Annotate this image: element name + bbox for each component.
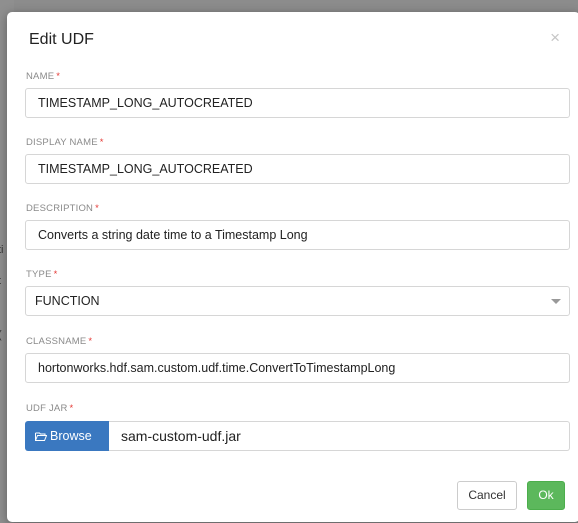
close-button[interactable]: ×: [550, 29, 560, 46]
classname-input[interactable]: hortonworks.hdf.sam.custom.udf.time.Conv…: [25, 353, 570, 383]
browse-button[interactable]: Browse: [25, 421, 109, 451]
display-name-input[interactable]: TIMESTAMP_LONG_AUTOCREATED: [25, 154, 570, 184]
description-input[interactable]: Converts a string date time to a Timesta…: [25, 220, 570, 250]
required-marker: *: [69, 403, 74, 414]
chevron-down-icon: [551, 299, 561, 304]
udf-jar-file-name: sam-custom-udf.jar: [109, 421, 570, 451]
edit-udf-modal: Edit UDF × NAME * TIMESTAMP_LONG_AUTOCREA…: [7, 12, 578, 522]
udf-jar-label: UDF JAR *: [26, 403, 74, 414]
cancel-button[interactable]: Cancel: [457, 481, 517, 510]
modal-header: Edit UDF ×: [7, 12, 578, 60]
ok-button[interactable]: Ok: [527, 481, 565, 510]
description-label: DESCRIPTION *: [26, 203, 100, 214]
classname-label: CLASSNAME *: [26, 336, 93, 347]
required-marker: *: [53, 269, 58, 280]
type-label: TYPE *: [26, 269, 58, 280]
folder-open-icon: [35, 432, 47, 441]
name-input[interactable]: TIMESTAMP_LONG_AUTOCREATED: [25, 88, 570, 118]
required-marker: *: [88, 336, 93, 347]
required-marker: *: [56, 71, 61, 82]
backdrop-text-fragment: t: [0, 275, 1, 287]
modal-title: Edit UDF: [29, 31, 94, 48]
type-select-value: FUNCTION: [35, 294, 100, 308]
udf-jar-file-group: Browse sam-custom-udf.jar: [25, 421, 570, 451]
backdrop-text-fragment: (: [0, 329, 2, 341]
required-marker: *: [99, 137, 104, 148]
browse-label: Browse: [50, 429, 92, 443]
display-name-label: DISPLAY NAME *: [26, 137, 104, 148]
required-marker: *: [95, 203, 100, 214]
name-label: NAME *: [26, 71, 61, 82]
backdrop-text-fragment: ti: [0, 244, 4, 256]
type-select[interactable]: FUNCTION: [25, 286, 570, 316]
